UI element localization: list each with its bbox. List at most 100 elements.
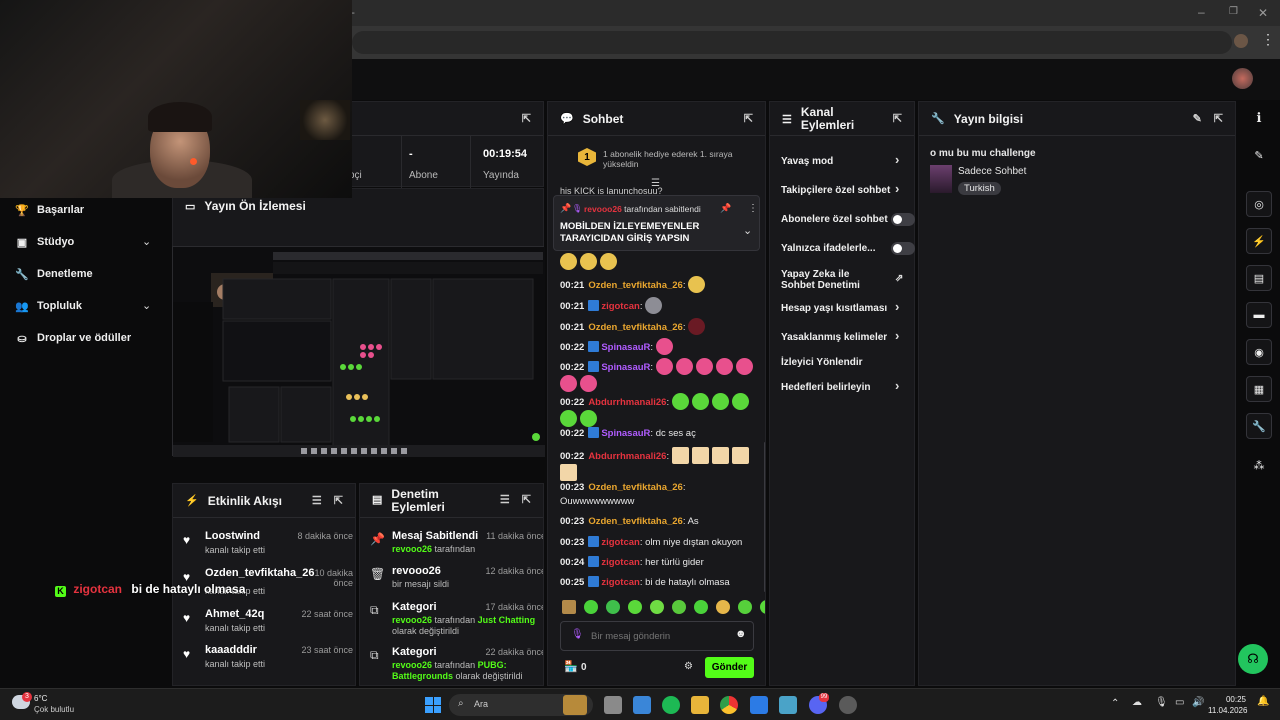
emote[interactable] xyxy=(691,393,709,410)
unpin-icon[interactable]: 📌 xyxy=(720,203,731,214)
activity-user[interactable]: Ahmet_42q xyxy=(205,608,264,620)
sidebar-item-drops[interactable]: ⛀ Droplar ve ödüller xyxy=(16,332,131,345)
emote[interactable] xyxy=(691,447,709,464)
sidebar-item-moderation[interactable]: 🔧 Denetleme xyxy=(15,268,92,281)
emote[interactable] xyxy=(688,318,706,335)
weather-desc[interactable]: Çok bulutlu xyxy=(34,705,74,714)
notification-icon[interactable]: 🔔 xyxy=(1257,696,1269,707)
chat-username[interactable]: Ozden_tevfiktaha_26 xyxy=(588,322,683,333)
chat-username[interactable]: zigotcan xyxy=(601,577,640,588)
send-button[interactable]: Gönder xyxy=(705,657,754,678)
filter-icon[interactable]: ☰ xyxy=(312,494,322,507)
emote[interactable] xyxy=(675,358,693,375)
clip-icon[interactable]: ◎ xyxy=(1246,191,1272,217)
action-followers-only[interactable]: Takipçilere özel sohbet › xyxy=(781,182,907,196)
clock-date[interactable]: 11.04.2026 xyxy=(1208,706,1247,715)
chat-username[interactable]: zigotcan xyxy=(601,301,640,312)
layout-icon[interactable]: ▦ xyxy=(1246,376,1272,402)
chevron-down-icon[interactable]: ⌄ xyxy=(743,224,752,237)
action-goals[interactable]: Hedefleri belirleyin › xyxy=(781,379,907,393)
mic-icon[interactable]: 🎙 xyxy=(571,629,584,640)
sidebar-item-community[interactable]: 👥 Topluluk xyxy=(15,300,82,313)
chat-input-box[interactable]: 🎙 ☻ xyxy=(560,621,754,651)
popout-icon[interactable]: ⇱ xyxy=(744,112,753,125)
store-app-icon[interactable] xyxy=(633,696,651,714)
chat-username[interactable]: Ozden_tevfiktaha_26 xyxy=(588,482,683,493)
address-bar[interactable] xyxy=(352,31,1232,54)
emote[interactable] xyxy=(731,393,749,410)
emote[interactable] xyxy=(688,276,706,293)
mail-icon[interactable] xyxy=(750,696,768,714)
network-icon[interactable]: ▭ xyxy=(1175,697,1184,708)
minimize-button[interactable]: – xyxy=(1198,5,1205,19)
emote[interactable] xyxy=(655,358,673,375)
clock-time[interactable]: 00:25 xyxy=(1208,695,1246,704)
action-ai-moderation[interactable]: Yapay Zeka ile Sohbet Denetimi ⇗ xyxy=(781,269,903,291)
emote[interactable] xyxy=(695,358,713,375)
chevron-down-icon[interactable]: ⌄ xyxy=(142,299,151,312)
action-slow-mode[interactable]: Yavaş mod › xyxy=(781,153,907,167)
lightning-icon[interactable]: ⚡ xyxy=(1246,228,1272,254)
chevron-down-icon[interactable]: ⌄ xyxy=(142,235,151,248)
chat-username[interactable]: zigotcan xyxy=(601,557,640,568)
support-headset-icon[interactable]: ☊ xyxy=(1238,644,1268,674)
action-emotes-only[interactable]: Yalnızca ifadelerle... xyxy=(781,242,915,255)
profile-avatar[interactable] xyxy=(1234,34,1248,48)
mod-user[interactable]: revooo26 xyxy=(392,660,432,670)
info-icon[interactable]: ℹ xyxy=(1246,105,1272,131)
chat-username[interactable]: SpinasauR xyxy=(601,342,650,353)
emote[interactable] xyxy=(606,600,620,614)
emote[interactable] xyxy=(672,600,686,614)
chat-username[interactable]: Abdurrhmanali26 xyxy=(588,397,666,408)
emote[interactable] xyxy=(731,447,749,464)
popout-icon[interactable]: ⇱ xyxy=(893,112,902,125)
volume-icon[interactable]: 🔊 xyxy=(1192,697,1204,708)
chat-input[interactable] xyxy=(591,628,731,644)
sidebar-item-studio[interactable]: ▣ Stüdyo xyxy=(16,236,74,249)
popout-icon[interactable]: ⇱ xyxy=(522,112,531,125)
emote[interactable] xyxy=(628,600,642,614)
chat-username[interactable]: SpinasauR xyxy=(601,362,650,373)
chrome-icon[interactable] xyxy=(720,696,738,714)
chat-username[interactable]: Ozden_tevfiktaha_26 xyxy=(588,516,683,527)
toggle-switch[interactable] xyxy=(891,213,915,226)
emote[interactable] xyxy=(711,393,729,410)
stream-preview[interactable] xyxy=(172,246,545,457)
mod-user[interactable]: revooo26 xyxy=(392,544,432,554)
broadcast-icon[interactable]: ◉ xyxy=(1246,339,1272,365)
emote[interactable] xyxy=(562,600,576,614)
chevron-up-icon[interactable]: ⌃ xyxy=(1111,698,1119,709)
emote[interactable] xyxy=(650,600,664,614)
chat-scrollbar[interactable] xyxy=(764,442,765,592)
emoji-icon[interactable]: ☻ xyxy=(735,628,747,640)
popout-icon[interactable]: ⇱ xyxy=(522,493,531,506)
chat-username[interactable]: Abdurrhmanali26 xyxy=(588,451,666,462)
activity-user[interactable]: Ozden_tevfiktaha_26 xyxy=(205,567,314,579)
edit-icon[interactable]: ✎ xyxy=(1193,112,1202,125)
emote[interactable] xyxy=(560,410,577,427)
action-account-age[interactable]: Hesap yaşı kısıtlaması › xyxy=(781,300,907,314)
close-window-button[interactable]: ✕ xyxy=(1258,6,1268,20)
nodes-icon[interactable]: ⁂ xyxy=(1246,452,1272,478)
windows-start-icon[interactable] xyxy=(425,697,441,713)
emote[interactable] xyxy=(671,447,689,464)
emote[interactable] xyxy=(580,375,597,392)
user-avatar[interactable] xyxy=(1232,68,1253,89)
emote[interactable] xyxy=(716,600,730,614)
mod-user[interactable]: revooo26 xyxy=(392,615,432,625)
emote[interactable] xyxy=(671,393,689,410)
more-options-icon[interactable]: ⋮ xyxy=(748,203,758,214)
activity-user[interactable]: Loostwind xyxy=(205,530,260,542)
file-explorer-icon[interactable] xyxy=(691,696,709,714)
chat-icon[interactable]: ▬ xyxy=(1246,302,1272,328)
chat-username[interactable]: zigotcan xyxy=(601,537,640,548)
emote[interactable] xyxy=(760,600,765,614)
document-icon[interactable]: ▤ xyxy=(1246,265,1272,291)
wrench-icon[interactable]: 🔧 xyxy=(1246,413,1272,439)
action-raid[interactable]: İzleyici Yönlendir xyxy=(781,357,907,368)
chat-username[interactable]: SpinasauR xyxy=(601,428,650,439)
pinned-by-user[interactable]: revooo26 xyxy=(584,204,622,214)
sidebar-item-achievements[interactable]: 🏆 Başarılar xyxy=(15,204,84,217)
emote[interactable] xyxy=(580,410,597,427)
toggle-switch[interactable] xyxy=(891,242,915,255)
